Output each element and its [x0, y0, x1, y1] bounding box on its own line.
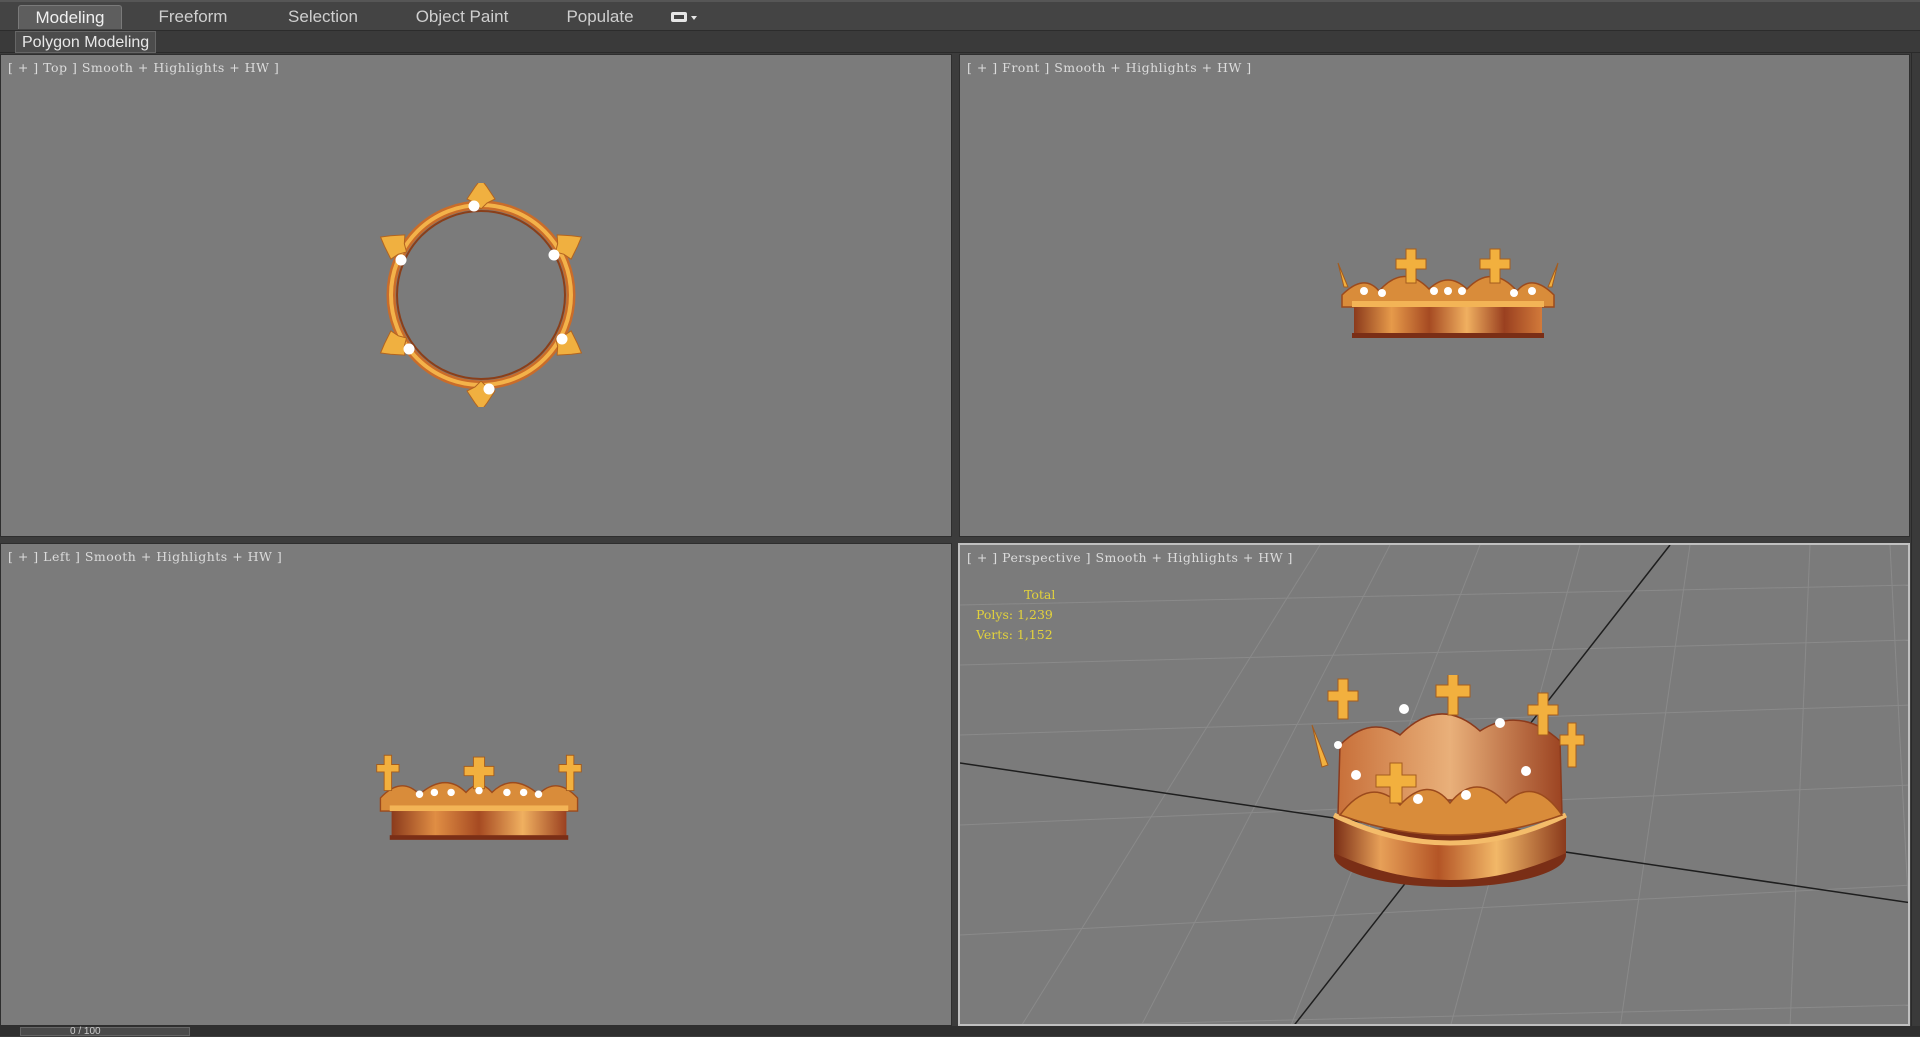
tab-selection[interactable]: Selection — [278, 5, 368, 29]
window-dropdown-icon[interactable] — [670, 10, 698, 24]
stats-verts: Verts: 1,152 — [976, 627, 1053, 642]
viewport-label[interactable]: [ + ] Left ] Smooth + Highlights + HW ] — [8, 549, 282, 564]
viewport-top[interactable]: [ + ] Top ] Smooth + Highlights + HW ] — [0, 54, 952, 537]
time-slider[interactable] — [20, 1027, 190, 1036]
ribbon-sub-panel: Polygon Modeling — [0, 31, 1920, 53]
command-panel-edge[interactable] — [1911, 53, 1920, 1036]
viewport-left[interactable]: [ + ] Left ] Smooth + Highlights + HW ] — [0, 543, 952, 1026]
viewport-label[interactable]: [ + ] Perspective ] Smooth + Highlights … — [967, 550, 1293, 565]
tab-modeling[interactable]: Modeling — [18, 5, 122, 29]
crown-top-view — [379, 183, 583, 407]
tab-object-paint[interactable]: Object Paint — [410, 5, 514, 29]
viewport-front[interactable]: [ + ] Front ] Smooth + Highlights + HW ] — [959, 54, 1910, 537]
ribbon-tab-bar: Modeling Freeform Selection Object Paint… — [0, 0, 1920, 31]
viewport-label[interactable]: [ + ] Top ] Smooth + Highlights + HW ] — [8, 60, 279, 75]
timeline-bar — [0, 1026, 1920, 1036]
polygon-modeling-panel[interactable]: Polygon Modeling — [15, 31, 157, 53]
crown-front-view — [1337, 248, 1559, 338]
crown-perspective-view — [1311, 675, 1585, 887]
tab-freeform[interactable]: Freeform — [148, 5, 238, 29]
scene-statistics: Total Polys: 1,239 Verts: 1,152 — [976, 585, 1055, 645]
viewport-label[interactable]: [ + ] Front ] Smooth + Highlights + HW ] — [967, 60, 1252, 75]
tab-populate[interactable]: Populate — [555, 5, 645, 29]
ribbon-top-edge — [0, 0, 1920, 2]
stats-title: Total — [1024, 587, 1056, 602]
time-slider-frame: 0 / 100 — [70, 1026, 101, 1037]
viewport-perspective[interactable]: [ + ] Perspective ] Smooth + Highlights … — [958, 543, 1910, 1026]
stats-polys: Polys: 1,239 — [976, 607, 1053, 622]
crown-left-view — [376, 754, 582, 840]
